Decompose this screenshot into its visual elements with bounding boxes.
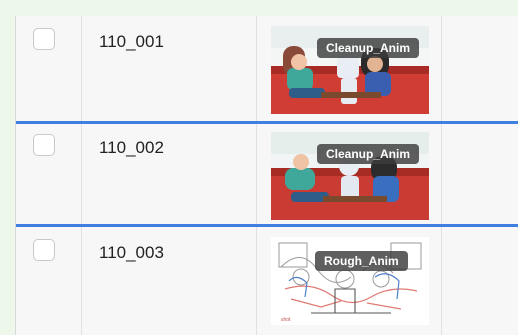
shot-thumbnail[interactable]: shot Rough_Anim xyxy=(271,237,429,325)
table-row[interactable]: 110_002 Cleanup_Anim xyxy=(16,124,518,225)
row-checkbox[interactable] xyxy=(33,28,55,50)
svg-text:shot: shot xyxy=(281,317,291,323)
row-checkbox[interactable] xyxy=(33,134,55,156)
table-row[interactable]: 110_001 Cleanup_Anim xyxy=(16,16,518,123)
row-checkbox[interactable] xyxy=(33,239,55,261)
shot-thumbnail[interactable]: Cleanup_Anim xyxy=(271,26,429,114)
shot-name: 110_003 xyxy=(99,243,164,262)
shot-table: 110_001 Cleanup_Anim 110_002 Cleanup_Ani… xyxy=(15,16,518,335)
shot-name: 110_001 xyxy=(99,32,164,51)
shot-thumbnail[interactable]: Cleanup_Anim xyxy=(271,132,429,220)
table-row[interactable]: 110_003 shot Rough_Anim xyxy=(16,227,518,335)
status-badge: Cleanup_Anim xyxy=(317,144,420,164)
shot-name: 110_002 xyxy=(99,138,164,157)
status-badge: Cleanup_Anim xyxy=(317,38,420,58)
status-badge: Rough_Anim xyxy=(315,251,408,271)
